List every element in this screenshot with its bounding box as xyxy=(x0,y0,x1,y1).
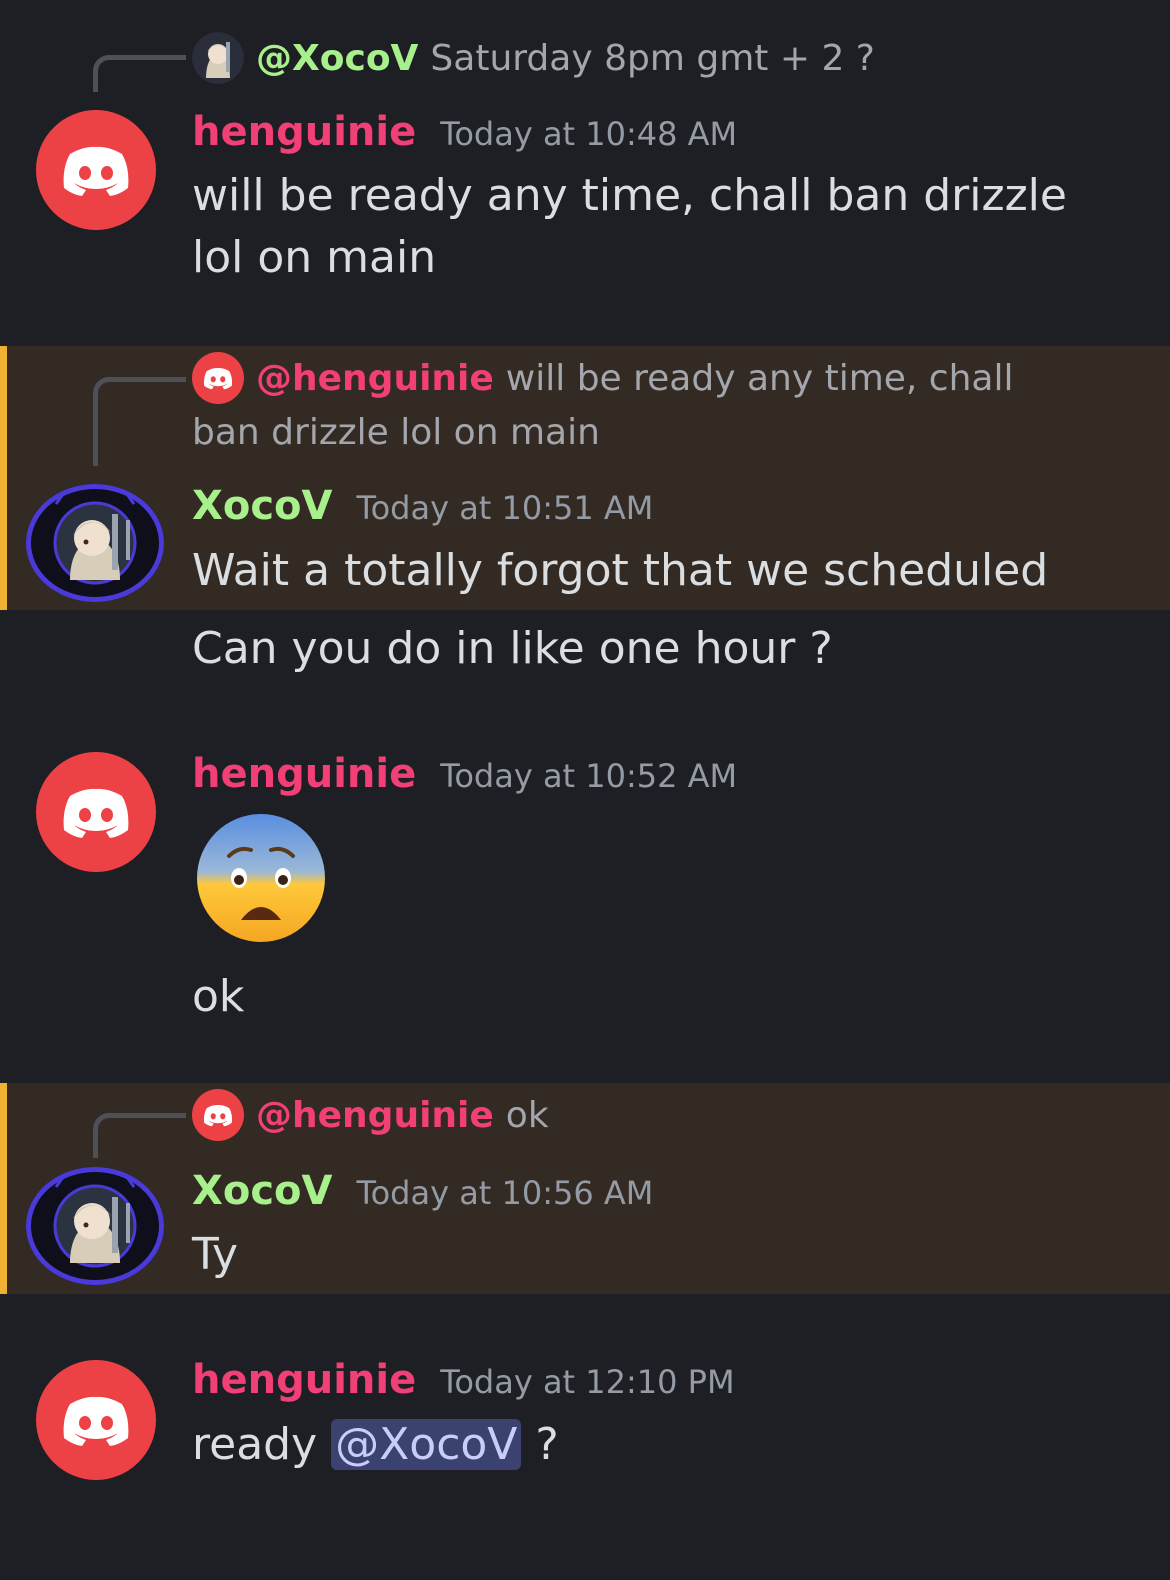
message-header: henguinie Today at 12:10 PM xyxy=(192,1352,735,1410)
reply-preview[interactable]: @XocoV Saturday 8pm gmt + 2 ? xyxy=(192,32,1070,86)
reply-username[interactable]: @XocoV xyxy=(256,38,418,79)
discord-logo-icon xyxy=(203,367,233,390)
message-header: henguinie Today at 10:52 AM xyxy=(192,746,737,804)
xocov-mini-avatar xyxy=(192,32,244,84)
xocov-avatar[interactable] xyxy=(26,484,164,602)
henguinie-mini-avatar xyxy=(192,1089,244,1141)
message-header: XocoV Today at 10:51 AM xyxy=(192,478,653,536)
username[interactable]: XocoV xyxy=(192,1168,332,1214)
message-text: ok xyxy=(192,971,245,1022)
chat-message-list: @XocoV Saturday 8pm gmt + 2 ? henguinie To… xyxy=(0,0,1170,1580)
message-xocov-2[interactable]: @henguinie ok XocoV Today at 10:56 AM Ty xyxy=(0,1083,1170,1294)
reply-connector xyxy=(93,55,186,92)
timestamp: Today at 10:51 AM xyxy=(356,489,654,527)
discord-logo-icon xyxy=(63,788,129,838)
reply-preview[interactable]: @henguinie will be ready any time, chall … xyxy=(192,352,1070,460)
username[interactable]: XocoV xyxy=(192,483,332,529)
timestamp: Today at 10:52 AM xyxy=(440,757,738,795)
message-text: will be ready any time, chall ban drizzl… xyxy=(192,170,1067,283)
timestamp: Today at 12:10 PM xyxy=(440,1363,735,1401)
user-mention[interactable]: @XocoV xyxy=(331,1419,522,1470)
reply-connector xyxy=(93,1113,186,1158)
timestamp: Today at 10:48 AM xyxy=(440,115,738,153)
message-text-part: ready xyxy=(192,1419,318,1470)
henguinie-avatar[interactable] xyxy=(36,752,156,872)
message-text: Can you do in like one hour ? xyxy=(192,623,833,674)
message-henguinie-1[interactable]: @XocoV Saturday 8pm gmt + 2 ? henguinie To… xyxy=(0,0,1170,330)
message-henguinie-3[interactable]: henguinie Today at 12:10 PM ready @XocoV … xyxy=(0,1346,1170,1506)
henguinie-avatar[interactable] xyxy=(36,110,156,230)
message-text: Ty xyxy=(192,1229,239,1280)
reply-text: ok xyxy=(505,1095,549,1136)
fearful-face-emoji[interactable] xyxy=(195,812,327,944)
discord-logo-icon xyxy=(63,1396,129,1446)
message-xocov-1[interactable]: @henguinie will be ready any time, chall … xyxy=(0,346,1170,610)
username[interactable]: henguinie xyxy=(192,109,416,155)
username[interactable]: henguinie xyxy=(192,1357,416,1403)
reply-preview[interactable]: @henguinie ok xyxy=(192,1089,1070,1143)
message-header: henguinie Today at 10:48 AM xyxy=(192,104,737,162)
username[interactable]: henguinie xyxy=(192,751,416,797)
message-text-part: ? xyxy=(535,1419,559,1470)
message-text: ready @XocoV ? xyxy=(192,1414,1110,1476)
discord-logo-icon xyxy=(63,146,129,196)
xocov-avatar[interactable] xyxy=(26,1167,164,1285)
timestamp: Today at 10:56 AM xyxy=(356,1174,654,1212)
henguinie-avatar[interactable] xyxy=(36,1360,156,1480)
reply-connector xyxy=(93,377,186,466)
reply-username[interactable]: @henguinie xyxy=(256,1095,494,1136)
message-henguinie-2[interactable]: henguinie Today at 10:52 AM ok xyxy=(0,740,1170,1040)
reply-text: Saturday 8pm gmt + 2 ? xyxy=(430,38,875,79)
message-header: XocoV Today at 10:56 AM xyxy=(192,1163,653,1221)
reply-username[interactable]: @henguinie xyxy=(256,358,494,399)
message-xocov-followup[interactable]: Can you do in like one hour ? xyxy=(0,610,1170,690)
message-text: Wait a totally forgot that we scheduled xyxy=(192,545,1049,596)
discord-logo-icon xyxy=(203,1104,233,1127)
henguinie-mini-avatar xyxy=(192,352,244,404)
